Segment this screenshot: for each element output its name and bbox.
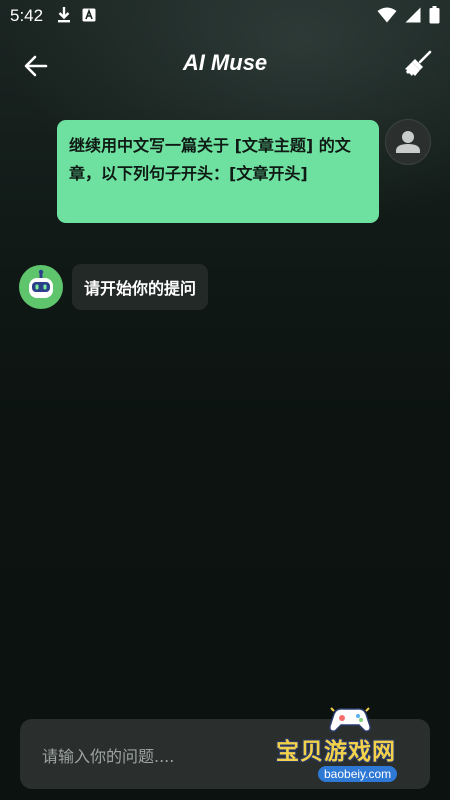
battery-icon bbox=[429, 6, 440, 24]
person-icon bbox=[396, 131, 420, 153]
status-time: 5:42 bbox=[10, 6, 44, 25]
signal-icon bbox=[405, 7, 421, 23]
bot-message-text: 请开始你的提问 bbox=[84, 279, 197, 298]
user-message-text: 继续用中文写一篇关于 [文章主题] 的文章，以下列句子开头：[文章开头] bbox=[69, 136, 351, 183]
user-avatar bbox=[385, 119, 431, 165]
app-title: AI Muse bbox=[182, 50, 268, 75]
bot-avatar bbox=[19, 265, 63, 309]
broom-icon[interactable] bbox=[404, 50, 432, 78]
status-left-icons bbox=[56, 6, 96, 24]
user-message-bubble: 继续用中文写一篇关于 [文章主题] 的文章，以下列句子开头：[文章开头] bbox=[57, 120, 379, 223]
watermark-title: 宝贝游戏网 bbox=[276, 739, 396, 765]
status-bar: 5:42 bbox=[0, 0, 450, 32]
wifi-icon bbox=[377, 7, 397, 23]
a-notification-icon bbox=[82, 8, 96, 22]
robot-icon bbox=[20, 266, 62, 308]
app-bar: AI Muse bbox=[0, 34, 450, 96]
watermark-logo: 宝贝游戏网 baobeiy.com bbox=[272, 704, 422, 792]
watermark-url: baobeiy.com bbox=[318, 766, 398, 782]
bot-message-bubble: 请开始你的提问 bbox=[72, 264, 209, 310]
status-right-icons bbox=[377, 6, 440, 24]
question-input[interactable] bbox=[40, 742, 274, 770]
gamepad-icon bbox=[329, 707, 371, 732]
download-icon bbox=[58, 7, 70, 23]
